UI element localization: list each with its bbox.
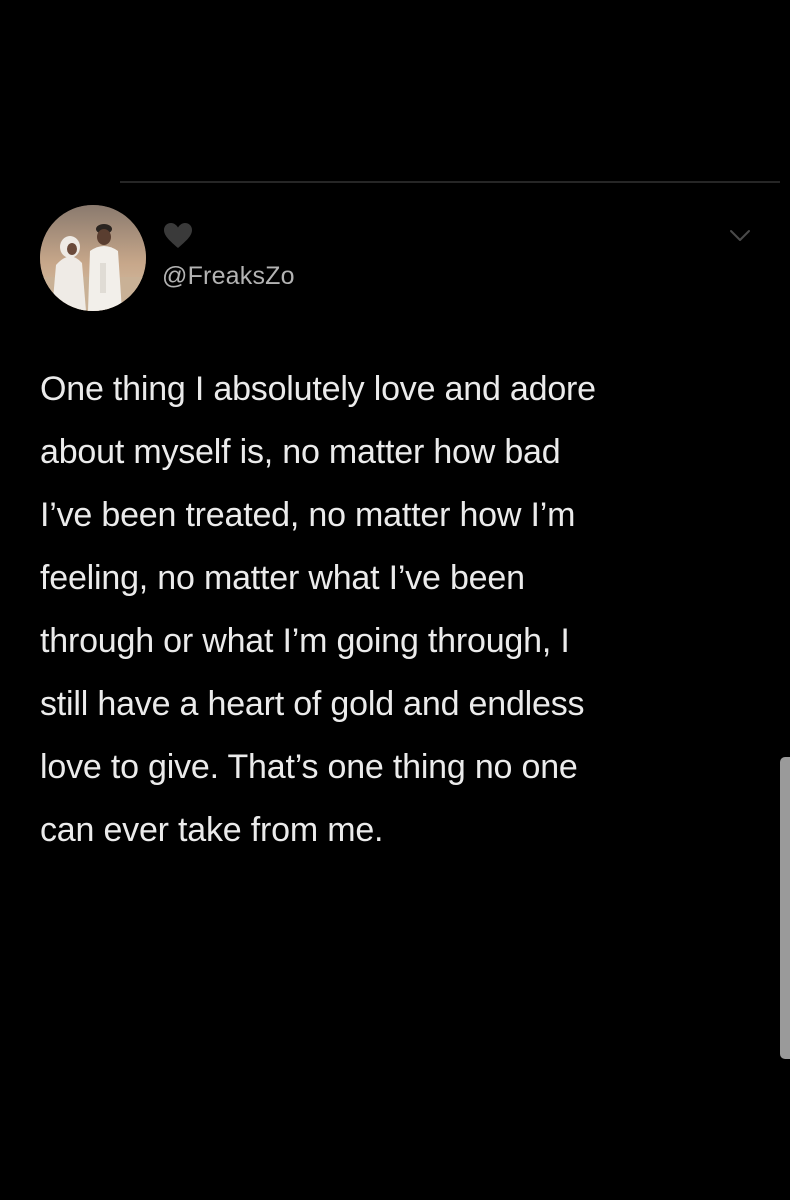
avatar[interactable] [40,205,146,311]
scrollbar[interactable] [780,757,790,1059]
tweet-text-line: feeling, no matter what I’ve been [40,559,525,597]
top-divider [120,181,780,183]
tweet-text-line: can ever take from me. [40,811,384,849]
tweet-text-line: love to give. That’s one thing no one [40,748,578,786]
user-handle[interactable]: @FreaksZo [162,262,295,291]
tweet-text-line: One thing I absolutely love and adore [40,370,596,408]
tweet-text: One thing I absolutely love and adore ab… [40,358,760,862]
tweet-text-line: I’ve been treated, no matter how I’m [40,496,576,534]
tweet-text-line: about myself is, no matter how bad [40,433,561,471]
chevron-down-icon[interactable] [729,228,751,244]
avatar-photo [40,205,146,311]
tweet-text-line: through or what I’m going through, I [40,622,570,660]
black-heart-icon [164,223,192,248]
tweet-text-line: still have a heart of gold and endless [40,685,585,723]
